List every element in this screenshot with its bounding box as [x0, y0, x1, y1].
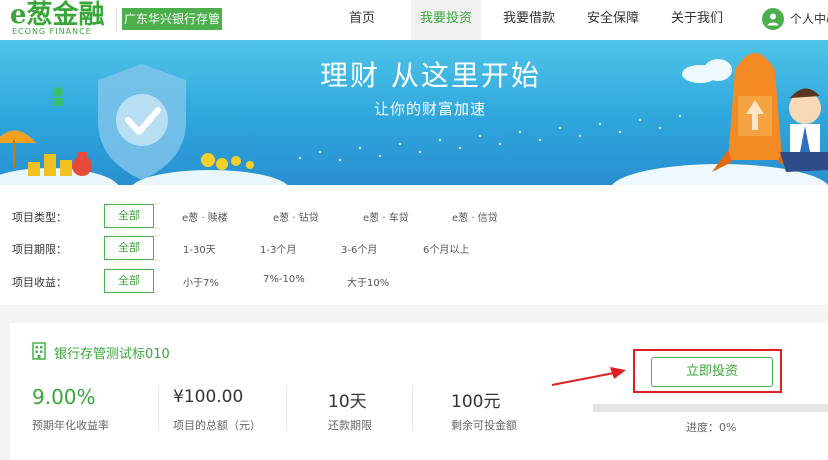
- banner-subtitle: 让你的财富加速: [374, 100, 487, 118]
- filter-type-label: 项目类型：: [12, 211, 67, 224]
- filter-type-option[interactable]: e葱 · 信贷: [452, 209, 498, 224]
- remaining-amount-value: 100元: [451, 392, 501, 412]
- logo-text: e葱金融: [10, 0, 105, 30]
- filter-term-option[interactable]: 6个月以上: [423, 241, 469, 256]
- filter-yield-option[interactable]: 7%-10%: [263, 274, 305, 285]
- progress-bar: [593, 404, 828, 412]
- top-header: e葱金融 ECONG FINANCE 广东华兴银行存管 首页 我要投资 我要借款…: [0, 0, 828, 40]
- user-avatar-icon[interactable]: [762, 8, 784, 30]
- header-divider: [116, 8, 117, 32]
- logo-subtext: ECONG FINANCE: [12, 27, 92, 36]
- annual-rate-label: 预期年化收益率: [32, 419, 109, 432]
- filter-type-all[interactable]: 全部: [104, 204, 154, 228]
- nav-home[interactable]: 首页: [333, 0, 391, 40]
- annotation-highlight-box: [633, 349, 782, 393]
- total-amount-value: ¥100.00: [173, 387, 244, 407]
- filter-type-option[interactable]: e葱 · 车贷: [363, 209, 409, 224]
- user-center-link[interactable]: 个人中心: [790, 0, 828, 38]
- product-name[interactable]: 银行存管测试标010: [54, 343, 170, 362]
- pointer-arrow-icon: [551, 367, 626, 386]
- stat-divider: [412, 385, 413, 431]
- filter-term-label: 项目期限：: [12, 243, 67, 256]
- site-logo[interactable]: e葱金融 ECONG FINANCE: [10, 2, 112, 38]
- banner-title: 理财 从这里开始: [320, 59, 541, 92]
- promo-banner[interactable]: 理财 从这里开始 让你的财富加速: [0, 40, 828, 185]
- stat-divider: [158, 385, 159, 431]
- annual-rate-value: 9.00%: [32, 385, 96, 409]
- filter-term-option[interactable]: 3-6个月: [341, 241, 377, 256]
- remaining-amount-label: 剩余可投金额: [451, 419, 517, 432]
- filter-type-option[interactable]: e葱 · 赎楼: [182, 209, 228, 224]
- progress-label: 进度：0%: [686, 421, 737, 434]
- filter-type-option[interactable]: e葱 · 钻贷: [273, 209, 319, 224]
- building-icon: [32, 342, 46, 360]
- total-amount-label: 项目的总额（元）: [173, 419, 261, 432]
- filter-yield-all[interactable]: 全部: [104, 269, 154, 293]
- bank-depository-badge: 广东华兴银行存管: [122, 8, 222, 30]
- nav-invest[interactable]: 我要投资: [411, 0, 481, 40]
- filter-panel: 项目类型： 全部 e葱 · 赎楼 e葱 · 钻贷 e葱 · 车贷 e葱 · 信贷…: [0, 185, 828, 305]
- product-card: 银行存管测试标010 9.00% 预期年化收益率 ¥100.00 项目的总额（元…: [10, 323, 828, 460]
- term-value: 10天: [328, 392, 367, 412]
- stat-divider: [286, 385, 287, 431]
- filter-yield-label: 项目收益：: [12, 276, 67, 289]
- nav-borrow[interactable]: 我要借款: [496, 0, 562, 40]
- filter-term-all[interactable]: 全部: [104, 236, 154, 260]
- filter-term-option[interactable]: 1-3个月: [260, 241, 296, 256]
- filter-yield-option[interactable]: 大于10%: [347, 274, 389, 289]
- nav-security[interactable]: 安全保障: [580, 0, 646, 40]
- filter-yield-option[interactable]: 小于7%: [183, 274, 219, 289]
- nav-about[interactable]: 关于我们: [664, 0, 730, 40]
- filter-term-option[interactable]: 1-30天: [183, 241, 216, 256]
- term-label: 还款期限: [328, 419, 372, 432]
